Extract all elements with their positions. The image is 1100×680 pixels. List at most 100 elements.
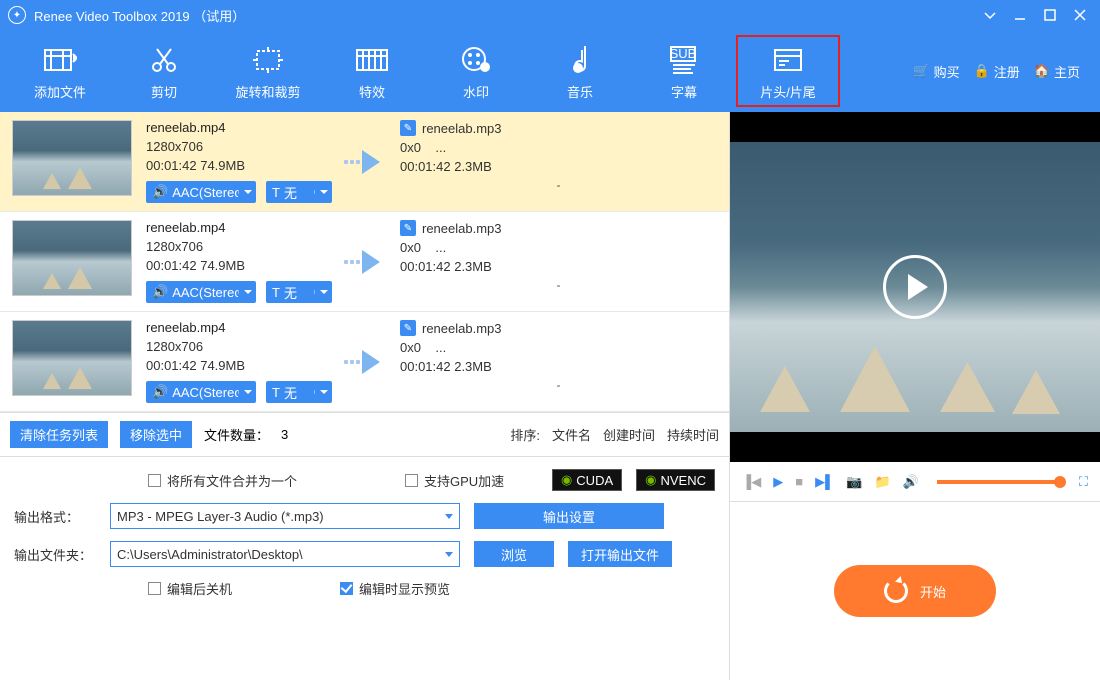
- arrow-icon: [344, 350, 380, 374]
- app-title: Renee Video Toolbox 2019 （试用）: [34, 6, 245, 25]
- dropdown-icon[interactable]: [978, 3, 1002, 27]
- clear-list-button[interactable]: 清除任务列表: [10, 421, 108, 448]
- open-folder-icon[interactable]: 📁: [874, 474, 890, 490]
- arrow-icon: [344, 150, 380, 174]
- speaker-icon: 🔊: [152, 284, 168, 300]
- prev-icon[interactable]: ▐◀: [742, 474, 761, 490]
- audio-track-dropdown[interactable]: 🔊AAC(Stereo 44: [146, 281, 256, 303]
- merge-checkbox[interactable]: 将所有文件合并为一个: [148, 471, 297, 490]
- snapshot-icon[interactable]: 📷: [846, 474, 862, 490]
- home-link[interactable]: 🏠主页: [1034, 62, 1080, 81]
- browse-button[interactable]: 浏览: [474, 541, 554, 567]
- thumbnail: [12, 220, 132, 296]
- folder-combo[interactable]: C:\Users\Administrator\Desktop\: [110, 541, 460, 567]
- main-toolbar: 添加文件剪切旋转和裁剪特效水印音乐SUB字幕片头/片尾 🛒购买 🔒注册 🏠主页: [0, 30, 1100, 112]
- folder-label: 输出文件夹：: [14, 545, 96, 564]
- speaker-icon: 🔊: [152, 384, 168, 400]
- file-name: reneelab.mp4: [146, 120, 332, 135]
- file-list: reneelab.mp4 1280x706 00:01:42 74.9MB 🔊AAC(…: [0, 112, 729, 412]
- next-icon[interactable]: ▶▌: [815, 474, 834, 490]
- output-resolution: 0x0 ...: [400, 140, 717, 155]
- stop-icon[interactable]: ■: [795, 474, 803, 489]
- edit-icon[interactable]: ✎: [400, 320, 416, 336]
- output-status: -: [400, 278, 717, 303]
- tool-icon-7: [771, 42, 805, 78]
- preview-pane: [730, 112, 1100, 462]
- output-duration-size: 00:01:42 2.3MB: [400, 259, 717, 274]
- audio-track-dropdown[interactable]: 🔊AAC(Stereo 44: [146, 181, 256, 203]
- text-icon: T: [272, 185, 280, 200]
- close-icon[interactable]: [1068, 3, 1092, 27]
- edit-icon[interactable]: ✎: [400, 220, 416, 236]
- list-controls: 清除任务列表 移除选中 文件数量： 3 排序: 文件名 创建时间 持续时间: [0, 412, 729, 457]
- shutdown-checkbox[interactable]: 编辑后关机: [148, 579, 232, 598]
- preview-controls: ▐◀ ▶ ■ ▶▌ 📷 📁 🔊 ⛶: [730, 462, 1100, 502]
- svg-text:SUB: SUB: [670, 46, 697, 61]
- home-icon: 🏠: [1034, 63, 1050, 79]
- file-resolution: 1280x706: [146, 239, 332, 254]
- sort-label: 排序:: [510, 425, 540, 444]
- remove-selected-button[interactable]: 移除选中: [120, 421, 192, 448]
- tool-5[interactable]: 音乐: [528, 35, 632, 107]
- text-icon: T: [272, 385, 280, 400]
- buy-link[interactable]: 🛒购买: [913, 62, 959, 81]
- file-row[interactable]: reneelab.mp4 1280x706 00:01:42 74.9MB 🔊AAC(…: [0, 212, 729, 312]
- file-resolution: 1280x706: [146, 139, 332, 154]
- volume-slider[interactable]: [937, 480, 1061, 484]
- minimize-icon[interactable]: [1008, 3, 1032, 27]
- output-resolution: 0x0 ...: [400, 240, 717, 255]
- speaker-icon: 🔊: [152, 184, 168, 200]
- app-logo-icon: ✦: [8, 6, 26, 24]
- tool-1[interactable]: 剪切: [112, 35, 216, 107]
- cart-icon: 🛒: [913, 63, 929, 79]
- gpu-checkbox[interactable]: 支持GPU加速: [405, 471, 504, 490]
- tool-2[interactable]: 旋转和裁剪: [216, 35, 320, 107]
- play-preview-button[interactable]: [883, 255, 947, 319]
- refresh-icon: [884, 579, 908, 603]
- output-duration-size: 00:01:42 2.3MB: [400, 359, 717, 374]
- nvenc-badge: ◉NVENC: [636, 469, 715, 491]
- file-name: reneelab.mp4: [146, 220, 332, 235]
- output-options: 将所有文件合并为一个 支持GPU加速 ◉CUDA ◉NVENC 输出格式： MP…: [0, 457, 729, 680]
- volume-icon[interactable]: 🔊: [903, 474, 919, 490]
- fullscreen-icon[interactable]: ⛶: [1079, 474, 1088, 490]
- file-count-value: 3: [281, 427, 288, 442]
- file-row[interactable]: reneelab.mp41280x70600:01:42 74.9MB🔊AAC(…: [0, 312, 729, 412]
- play-icon[interactable]: ▶: [773, 474, 783, 490]
- open-output-button[interactable]: 打开输出文件: [568, 541, 672, 567]
- subtitle-dropdown[interactable]: T 无: [266, 181, 332, 203]
- audio-track-dropdown[interactable]: 🔊AAC(Stereo 44: [146, 381, 256, 403]
- file-row[interactable]: reneelab.mp4 1280x706 00:01:42 74.9MB 🔊AAC(…: [0, 112, 729, 212]
- subtitle-dropdown[interactable]: T 无: [266, 281, 332, 303]
- output-name: reneelab.mp3: [422, 121, 502, 136]
- tool-7[interactable]: 片头/片尾: [736, 35, 840, 107]
- tool-3[interactable]: 特效: [320, 35, 424, 107]
- sort-by-created[interactable]: 创建时间: [603, 425, 655, 444]
- arrow-icon: [344, 250, 380, 274]
- output-settings-button[interactable]: 输出设置: [474, 503, 664, 529]
- tool-4[interactable]: 水印: [424, 35, 528, 107]
- lock-icon: 🔒: [974, 63, 990, 79]
- output-resolution: 0x0 ...: [400, 340, 717, 355]
- format-combo[interactable]: MP3 - MPEG Layer-3 Audio (*.mp3): [110, 503, 460, 529]
- maximize-icon[interactable]: [1038, 3, 1062, 27]
- sort-by-duration[interactable]: 持续时间: [667, 425, 719, 444]
- register-link[interactable]: 🔒注册: [974, 62, 1020, 81]
- preview-checkbox[interactable]: 编辑时显示预览: [340, 579, 450, 598]
- output-duration-size: 00:01:42 2.3MB: [400, 159, 717, 174]
- tool-icon-0: [43, 42, 77, 78]
- tool-6[interactable]: SUB字幕: [632, 35, 736, 107]
- tool-0[interactable]: 添加文件: [8, 35, 112, 107]
- tool-icon-6: SUB: [667, 42, 701, 78]
- file-name: reneelab.mp4: [146, 320, 332, 335]
- tool-icon-3: [355, 42, 389, 78]
- file-duration-size: 00:01:42 74.9MB: [146, 358, 332, 373]
- thumbnail: [12, 120, 132, 196]
- file-duration-size: 00:01:42 74.9MB: [146, 258, 332, 273]
- start-button[interactable]: 开始: [834, 565, 996, 617]
- sort-by-name[interactable]: 文件名: [552, 425, 591, 444]
- subtitle-dropdown[interactable]: T 无: [266, 381, 332, 403]
- edit-icon[interactable]: ✎: [400, 120, 416, 136]
- output-status: -: [400, 378, 717, 403]
- file-duration-size: 00:01:42 74.9MB: [146, 158, 332, 173]
